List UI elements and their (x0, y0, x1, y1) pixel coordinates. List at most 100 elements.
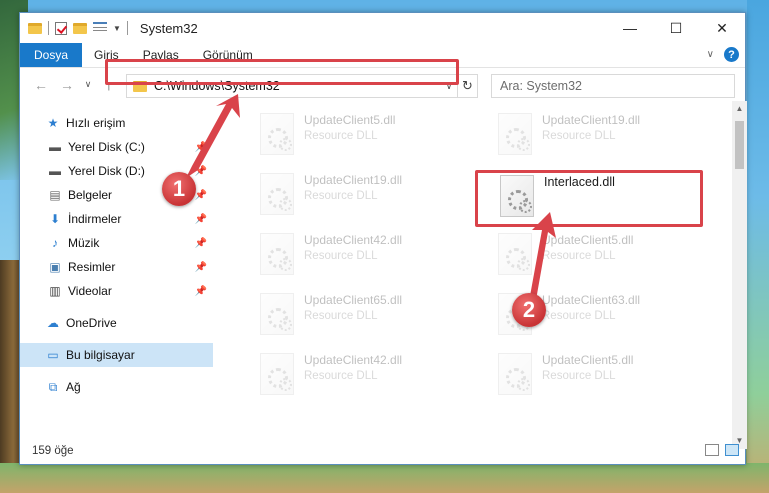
dll-file-icon (498, 353, 532, 395)
window-controls: — ☐ ✕ (607, 13, 745, 43)
pin-icon[interactable]: 📌 (195, 166, 207, 177)
sidebar-item-label: Ağ (66, 380, 81, 394)
dll-file-icon (498, 233, 532, 275)
step-1-badge: 1 (162, 172, 196, 206)
sidebar-item-label: Bu bilgisayar (66, 348, 135, 362)
step-2-badge: 2 (512, 293, 546, 327)
address-path[interactable]: C:\Windows\System32 (154, 79, 441, 93)
network-icon: ⧉ (48, 379, 58, 394)
tiles-view-icon[interactable] (725, 444, 739, 456)
minimize-button[interactable]: — (607, 13, 653, 43)
sidebar-item-label: Resimler (68, 260, 116, 274)
file-item[interactable]: UpdateClient19.dll Resource DLL (260, 171, 490, 219)
computer-icon: ▭ (47, 348, 59, 362)
sidebar-item-downloads[interactable]: ⬇ İndirmeler 📌 (20, 207, 213, 231)
maximize-button[interactable]: ☐ (653, 13, 699, 43)
sidebar-item-onedrive[interactable]: ☁ OneDrive (20, 311, 213, 335)
file-explorer-window: ▼ System32 — ☐ ✕ Dosya Giriş Paylaş Görü… (19, 12, 747, 465)
sidebar-item-label: Hızlı erişim (66, 116, 126, 130)
pin-icon[interactable]: 📌 (195, 214, 207, 225)
sidebar-item-videos[interactable]: ▥ Videolar 📌 (20, 279, 213, 303)
ribbon-tabs: Dosya Giriş Paylaş Görünüm ∨ ? (20, 43, 745, 67)
navigation-pane: ★ Hızlı erişim ▬ Yerel Disk (C:) 📌 ▬ Yer… (20, 101, 213, 431)
pin-icon[interactable]: 📌 (195, 142, 207, 153)
dll-file-icon (260, 113, 294, 155)
help-icon[interactable]: ? (724, 47, 739, 62)
toolbar-separator (48, 21, 49, 35)
chevron-down-icon[interactable]: ▼ (113, 24, 121, 33)
title-bar: ▼ System32 — ☐ ✕ (20, 13, 745, 43)
sidebar-item-label: Müzik (68, 236, 100, 250)
file-name: UpdateClient5.dll (304, 113, 396, 127)
dll-file-icon (500, 175, 534, 217)
file-type: Resource DLL (304, 130, 378, 142)
scrollbar-thumb[interactable] (735, 121, 744, 169)
properties-check-icon[interactable] (55, 21, 67, 35)
address-bar[interactable]: C:\Windows\System32 ∨ ↻ (126, 74, 478, 98)
sidebar-item-local-disk-c[interactable]: ▬ Yerel Disk (C:) 📌 (20, 135, 213, 159)
desktop-wallpaper-right (747, 0, 769, 493)
recent-locations-icon[interactable]: ∨ (80, 79, 96, 90)
drive-icon: ▬ (49, 164, 61, 178)
customize-toolbar-icon[interactable] (93, 22, 107, 34)
pin-icon[interactable]: 📌 (195, 286, 207, 297)
file-item[interactable]: UpdateClient42.dll Resource DLL (260, 231, 490, 279)
file-item[interactable]: UpdateClient5.dll Resource DLL (498, 351, 728, 399)
video-icon: ▥ (49, 284, 61, 298)
dll-file-icon (260, 293, 294, 335)
toolbar-separator (126, 21, 128, 35)
vertical-scrollbar[interactable]: ▲ ▼ (732, 101, 747, 449)
refresh-icon[interactable]: ↻ (457, 75, 477, 97)
file-list: UpdateClient5.dll Resource DLL UpdateClie… (213, 101, 733, 431)
star-icon: ★ (47, 116, 59, 130)
file-item-interlaced[interactable]: Interlaced.dll (500, 173, 730, 221)
details-view-icon[interactable] (705, 444, 719, 456)
file-name: UpdateClient5.dll (542, 353, 634, 367)
sidebar-item-label: OneDrive (66, 316, 117, 330)
sidebar-item-pictures[interactable]: ▣ Resimler 📌 (20, 255, 213, 279)
pin-icon[interactable]: 📌 (195, 190, 207, 201)
tab-view[interactable]: Görünüm (191, 43, 265, 67)
file-item[interactable]: UpdateClient5.dll Resource DLL (498, 231, 728, 279)
search-input[interactable]: Ara: System32 (491, 74, 735, 98)
file-item[interactable]: UpdateClient65.dll Resource DLL (260, 291, 490, 339)
file-name: UpdateClient5.dll (542, 233, 634, 247)
chevron-down-icon[interactable]: ∨ (441, 81, 457, 92)
scroll-up-icon[interactable]: ▲ (732, 101, 747, 117)
pictures-icon: ▣ (49, 260, 61, 274)
sidebar-item-quick-access[interactable]: ★ Hızlı erişim (20, 111, 213, 135)
file-type: Resource DLL (542, 370, 616, 382)
desktop-wallpaper-bottom (0, 463, 769, 493)
close-button[interactable]: ✕ (699, 13, 745, 43)
file-type: Resource DLL (542, 130, 616, 142)
sidebar-item-network[interactable]: ⧉ Ağ (20, 375, 213, 399)
tab-file[interactable]: Dosya (20, 43, 83, 67)
sidebar-item-this-pc[interactable]: ▭ Bu bilgisayar (20, 343, 213, 367)
up-arrow-icon[interactable]: ↑ (96, 77, 122, 93)
expand-ribbon-icon[interactable]: ∨ (707, 49, 714, 60)
forward-icon[interactable]: → (54, 77, 80, 93)
quick-access-toolbar: ▼ (28, 21, 128, 35)
file-name: UpdateClient65.dll (304, 293, 403, 307)
file-type: Resource DLL (304, 370, 378, 382)
dll-file-icon (498, 113, 532, 155)
tab-share[interactable]: Paylaş (131, 43, 191, 67)
sidebar-item-music[interactable]: ♪ Müzik 📌 (20, 231, 213, 255)
download-icon: ⬇ (49, 212, 61, 226)
status-bar: 159 öğe (20, 438, 747, 464)
pin-icon[interactable]: 📌 (195, 262, 207, 273)
cloud-icon: ☁ (47, 316, 59, 330)
sidebar-item-label: Videolar (68, 284, 112, 298)
pin-icon[interactable]: 📌 (195, 238, 207, 249)
back-icon[interactable]: ← (28, 77, 54, 93)
dll-file-icon (260, 173, 294, 215)
new-folder-icon[interactable] (73, 22, 87, 34)
file-item[interactable]: UpdateClient42.dll Resource DLL (260, 351, 490, 399)
file-item[interactable]: UpdateClient5.dll Resource DLL (260, 111, 490, 159)
file-item[interactable]: UpdateClient19.dll Resource DLL (498, 111, 728, 159)
tab-home[interactable]: Giriş (82, 43, 131, 67)
file-name: UpdateClient19.dll (542, 113, 641, 127)
file-type: Resource DLL (304, 250, 378, 262)
